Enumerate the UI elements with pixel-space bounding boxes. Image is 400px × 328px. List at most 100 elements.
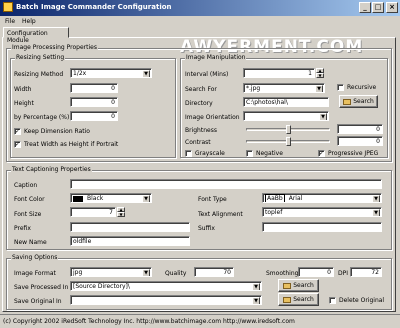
group-title: Resizing Setting: [15, 54, 66, 61]
image-format-label: Image Format: [14, 270, 56, 277]
font-type-label: Font Type: [198, 196, 227, 203]
search-for-value: *.jpg: [246, 85, 261, 92]
chevron-down-icon[interactable]: ▼: [142, 195, 150, 202]
quality-label: Quality: [165, 270, 187, 277]
width-field[interactable]: 0: [70, 83, 118, 93]
caption-label: Caption: [14, 182, 38, 189]
window-title: Batch Image Commander Configuration: [16, 3, 172, 11]
chevron-down-icon[interactable]: ▼: [142, 70, 150, 77]
group-title: Text Captioning Properties: [11, 166, 92, 173]
image-format-value: jpg: [73, 269, 83, 276]
grayscale-label: Grayscale: [195, 150, 225, 157]
directory-field[interactable]: C:\photos\hal\: [243, 97, 329, 107]
prefix-field[interactable]: [70, 222, 190, 232]
text-alignment-label: Text Alignment: [198, 211, 243, 218]
font-sample: AaBb: [265, 194, 285, 202]
contrast-field[interactable]: 0: [337, 136, 383, 146]
keep-ratio-checkbox[interactable]: ✓: [14, 128, 21, 135]
suffix-field[interactable]: [262, 222, 382, 232]
grayscale-checkbox[interactable]: [185, 150, 192, 157]
chevron-down-icon[interactable]: ▼: [142, 269, 150, 276]
search-button[interactable]: Search: [339, 95, 378, 108]
text-alignment-select[interactable]: toplef ▼: [262, 207, 382, 217]
negative-label: Negative: [256, 150, 283, 157]
resizing-method-value: 1/2x: [73, 70, 87, 77]
resizing-method-select[interactable]: 1/2x ▼: [70, 68, 152, 78]
image-format-select[interactable]: jpg ▼: [70, 267, 152, 277]
height-field[interactable]: 0: [70, 97, 118, 107]
brightness-slider-thumb[interactable]: [286, 125, 291, 134]
brightness-label: Brightness: [185, 127, 217, 134]
smoothing-label: Smoothing: [266, 270, 299, 277]
group-title: Saving Options: [11, 254, 59, 261]
search-button-label: Search: [293, 282, 314, 289]
directory-label: Directory: [185, 100, 213, 107]
recursive-checkbox[interactable]: [337, 84, 344, 91]
save-processed-select[interactable]: [Source Directory]\ ▼: [70, 281, 262, 291]
font-size-label: Font Size: [14, 211, 42, 218]
tab-configuration-module[interactable]: Configuration Module: [3, 27, 69, 44]
font-color-value: Black: [87, 195, 104, 202]
font-type-select[interactable]: AaBb Arial ▼: [262, 193, 382, 203]
chevron-down-icon[interactable]: ▼: [252, 297, 260, 304]
close-button[interactable]: ×: [386, 2, 398, 13]
group-title: Image Manipulation: [185, 54, 247, 61]
font-size-field[interactable]: 7: [70, 207, 116, 217]
chevron-down-icon[interactable]: ▼: [319, 113, 327, 120]
search-for-label: Search For: [185, 86, 217, 93]
save-original-label: Save Original In: [14, 298, 62, 305]
keep-ratio-label: Keep Dimension Ratio: [24, 128, 90, 135]
treat-width-checkbox[interactable]: ✓: [14, 141, 21, 148]
folder-icon: [283, 282, 292, 289]
title-bar: Batch Image Commander Configuration _ □ …: [0, 0, 400, 16]
save-original-search-button[interactable]: Search: [278, 293, 319, 306]
save-processed-label: Save Processed In: [14, 284, 69, 291]
maximize-button[interactable]: □: [372, 2, 384, 13]
menu-file[interactable]: File: [5, 18, 15, 25]
percentage-label: by Percentage (%): [14, 114, 70, 121]
interval-stepper[interactable]: ▲ ▼: [316, 68, 324, 78]
dpi-field[interactable]: 72: [350, 267, 382, 277]
contrast-label: Contrast: [185, 139, 211, 146]
delete-original-label: Delete Original: [339, 297, 385, 304]
interval-field[interactable]: 1: [243, 68, 315, 78]
folder-icon: [283, 296, 292, 303]
chevron-down-icon[interactable]: ▼: [372, 195, 380, 202]
app-icon: [3, 2, 13, 12]
orientation-select[interactable]: ▼: [243, 111, 329, 121]
progressive-checkbox[interactable]: ✓: [318, 150, 325, 157]
delete-original-checkbox[interactable]: [329, 297, 336, 304]
interval-label: Interval (Mins): [185, 71, 229, 78]
new-name-field[interactable]: oldfile: [70, 236, 190, 246]
save-original-select[interactable]: ▼: [70, 295, 262, 305]
quality-field[interactable]: 70: [194, 267, 234, 277]
save-processed-value: [Source Directory]\: [73, 283, 130, 290]
resizing-method-label: Resizing Method: [14, 71, 64, 78]
contrast-slider-thumb[interactable]: [286, 137, 291, 146]
menu-help[interactable]: Help: [22, 18, 36, 25]
orientation-label: Image Orientation: [185, 114, 240, 121]
text-alignment-value: toplef: [265, 209, 283, 216]
font-color-label: Font Color: [14, 196, 45, 203]
chevron-down-icon[interactable]: ▼: [315, 85, 323, 92]
menu-bar: File Help: [0, 16, 400, 27]
font-size-stepper[interactable]: ▲ ▼: [117, 207, 125, 217]
brightness-field[interactable]: 0: [337, 124, 383, 134]
chevron-down-icon[interactable]: ▼: [372, 209, 380, 216]
chevron-down-icon[interactable]: ▼: [252, 283, 260, 290]
color-swatch: [73, 195, 83, 202]
smoothing-field[interactable]: 0: [298, 267, 334, 277]
save-processed-search-button[interactable]: Search: [278, 279, 319, 292]
suffix-label: Suffix: [198, 225, 215, 232]
dpi-label: DPI: [338, 270, 349, 277]
search-for-select[interactable]: *.jpg ▼: [243, 83, 325, 93]
percentage-field[interactable]: 0: [70, 111, 118, 121]
font-type-value: Arial: [288, 195, 303, 202]
caption-field[interactable]: [70, 179, 382, 189]
minimize-button[interactable]: _: [359, 2, 371, 13]
negative-checkbox[interactable]: [246, 150, 253, 157]
width-label: Width: [14, 86, 32, 93]
folder-icon: [343, 98, 352, 105]
font-color-select[interactable]: Black ▼: [70, 193, 152, 203]
treat-width-label: Treat Width as Height if Portrait: [24, 141, 119, 148]
